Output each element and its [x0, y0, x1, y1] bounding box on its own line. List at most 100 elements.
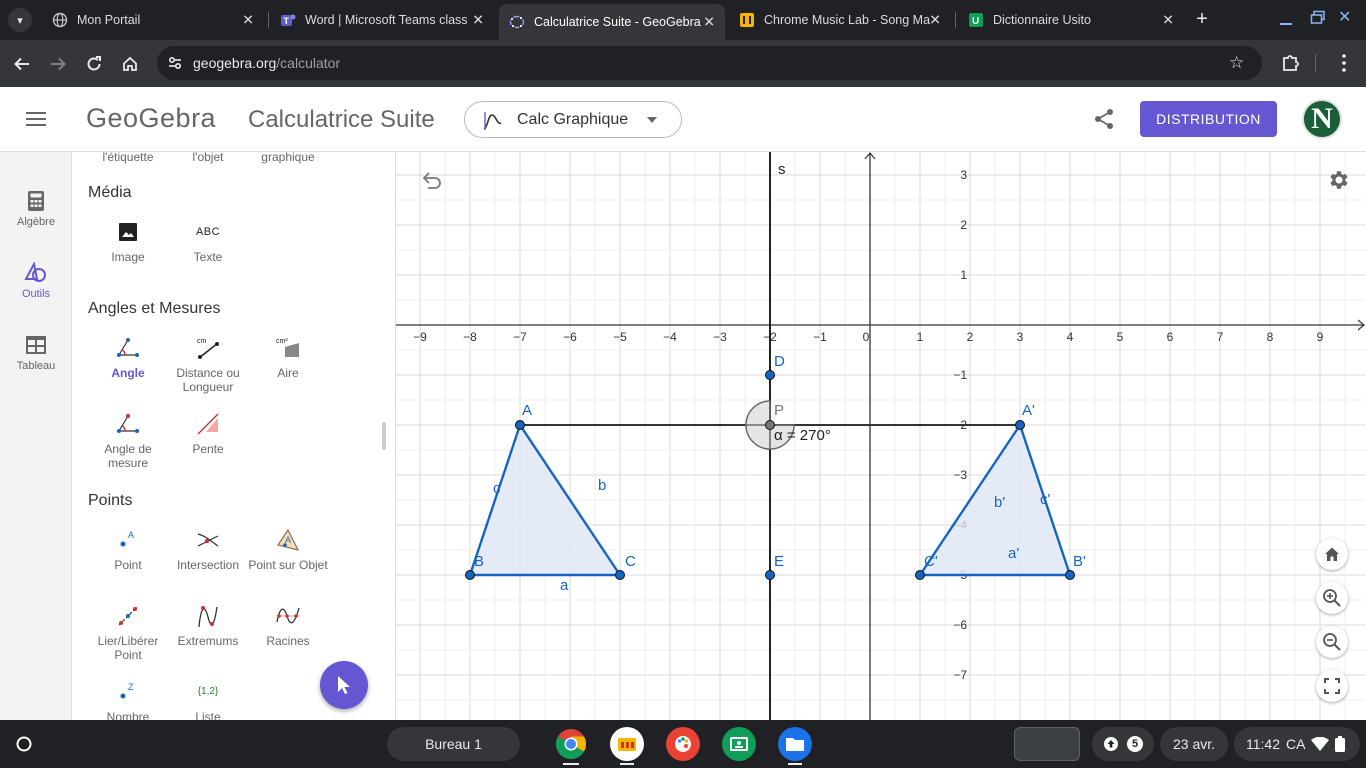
tab-chrome-music-lab[interactable]: Chrome Music Lab - Song Ma ✕ — [729, 0, 951, 40]
tab-geogebra[interactable]: Calculatrice Suite - GeoGebra ✕ — [499, 4, 725, 40]
y-tick-label: 1 — [960, 268, 967, 282]
status-tray[interactable]: 11:42 CA — [1234, 727, 1360, 761]
close-icon: ✕ — [1338, 9, 1352, 26]
tool-label: Texte — [193, 250, 223, 264]
point-label: B — [474, 553, 484, 570]
tool-extremum[interactable]: Extremums — [168, 601, 248, 648]
segment-label: a — [560, 577, 569, 594]
address-bar[interactable]: geogebra.org/calculator ☆ — [157, 46, 1262, 80]
x-tick-label: −5 — [613, 330, 627, 344]
point-C — [615, 570, 625, 580]
x-tick-label: 2 — [967, 330, 974, 344]
y-axis-label: s — [778, 161, 786, 178]
date-tray[interactable]: 23 avr. — [1160, 727, 1228, 761]
tab-title: Chrome Music Lab - Song Ma — [764, 13, 931, 27]
tool-label: Point — [114, 558, 142, 572]
attach-detach-icon — [118, 606, 138, 626]
angle-value-label: α = 270° — [774, 427, 831, 444]
tool-roots[interactable]: Racines — [248, 601, 328, 648]
x-tick-label: −9 — [413, 330, 427, 344]
close-icon[interactable]: ✕ — [242, 12, 254, 29]
move-tool-fab[interactable] — [320, 661, 368, 709]
home-button[interactable] — [118, 52, 142, 76]
tool-angle[interactable]: Angle — [88, 333, 168, 380]
avatar[interactable]: N — [1302, 99, 1342, 139]
rail-item-algebra[interactable]: Algèbre — [0, 190, 72, 228]
tools-panel: l'étiquette l'objet graphique Média Imag… — [73, 152, 396, 720]
tool-label: Image — [111, 250, 145, 264]
launcher-button[interactable] — [12, 732, 36, 756]
tab-title: Mon Portail — [77, 13, 141, 27]
tool-slope[interactable]: Pente — [168, 409, 248, 456]
new-tab-button[interactable]: + — [1190, 8, 1214, 32]
tool-point[interactable]: A Point — [88, 525, 168, 572]
maximize-button[interactable] — [1310, 10, 1326, 26]
segment-label: b — [598, 477, 606, 494]
point-B' — [1065, 570, 1075, 580]
graphics-view[interactable]: −9−8−7−6−5−4−3−2−10123456789321−1−2−3−4−… — [396, 152, 1366, 720]
main-menu-button[interactable] — [24, 109, 48, 129]
tool-attach-detach[interactable]: Lier/Libérer Point — [88, 601, 168, 662]
url-path: /calculator — [276, 55, 341, 71]
globe-icon — [52, 12, 68, 28]
tool-point-on-object[interactable]: A Point sur Objet — [248, 525, 328, 572]
close-icon[interactable]: ✕ — [929, 12, 941, 29]
close-window-button[interactable]: ✕ — [1338, 10, 1354, 26]
close-icon[interactable]: ✕ — [472, 12, 484, 29]
point-label: A — [522, 402, 532, 419]
bookmark-star-icon[interactable]: ☆ — [1229, 53, 1244, 73]
zoom-out-button[interactable] — [1316, 626, 1348, 658]
app-icon-classroom[interactable] — [722, 727, 756, 761]
files-app-icon[interactable] — [778, 727, 812, 761]
rail-item-tools[interactable]: Outils — [0, 262, 72, 300]
tab-usito[interactable]: U Dictionnaire Usito ✕ — [958, 0, 1184, 40]
graphics-canvas[interactable]: −9−8−7−6−5−4−3−2−10123456789321−1−2−3−4−… — [396, 152, 1366, 720]
rail-item-table[interactable]: Tableau — [0, 334, 72, 372]
y-tick-label: 2 — [960, 218, 967, 232]
zoom-in-button[interactable] — [1316, 582, 1348, 614]
extensions-button[interactable] — [1280, 52, 1302, 74]
tool-label: Point sur Objet — [248, 558, 328, 572]
tool-intersection[interactable]: Intersection — [168, 525, 248, 572]
graphics-settings-button[interactable] — [1326, 168, 1350, 192]
tool-area[interactable]: cm² Aire — [248, 333, 328, 380]
browser-menu-button[interactable] — [1336, 52, 1352, 74]
tool-image[interactable]: Image — [88, 217, 168, 264]
share-button[interactable] — [1092, 107, 1116, 131]
app-icon-yellow[interactable] — [610, 727, 644, 761]
undo-button[interactable] — [420, 170, 444, 190]
tool-list[interactable]: {1,2} Liste — [168, 677, 248, 720]
site-info-icon[interactable] — [165, 53, 185, 73]
panel-resize-handle[interactable] — [382, 422, 386, 450]
desk-button[interactable]: Bureau 1 — [387, 727, 520, 761]
tab-search-button[interactable]: ▾ — [8, 8, 32, 32]
text-icon: ABC — [195, 226, 221, 238]
tool-text[interactable]: ABC Texte — [168, 217, 248, 264]
point-label: P — [774, 402, 784, 419]
reload-button[interactable] — [82, 52, 106, 76]
close-icon[interactable]: ✕ — [1162, 12, 1174, 29]
holding-space-tray[interactable] — [1014, 727, 1080, 761]
tab-mon-portail[interactable]: Mon Portail ✕ — [42, 0, 264, 40]
home-view-button[interactable] — [1316, 538, 1348, 570]
tool-number[interactable]: Z Nombre — [88, 677, 168, 720]
distribution-button[interactable]: DISTRIBUTION — [1140, 101, 1277, 137]
tool-distance[interactable]: cm Distance ou Longueur — [168, 333, 248, 394]
back-button[interactable] — [10, 52, 34, 76]
tab-teams-word[interactable]: T Word | Microsoft Teams class ✕ — [272, 0, 494, 40]
tool-angle-given-size[interactable]: Angle de mesure — [88, 409, 168, 470]
list-icon: {1,2} — [197, 686, 219, 697]
distance-icon: cm — [197, 338, 219, 359]
forward-button[interactable] — [46, 52, 70, 76]
close-icon[interactable]: ✕ — [703, 14, 715, 31]
notification-tray[interactable]: 5 — [1092, 727, 1154, 761]
running-indicator — [788, 763, 802, 765]
minimize-button[interactable] — [1278, 10, 1294, 30]
tab-title: Calculatrice Suite - GeoGebra — [534, 15, 701, 29]
chrome-app-icon[interactable] — [554, 727, 588, 761]
section-title-media: Média — [88, 184, 132, 201]
svg-text:T: T — [284, 16, 290, 26]
app-switcher-dropdown[interactable]: Calc Graphique — [464, 101, 682, 138]
app-icon-palette[interactable] — [666, 727, 700, 761]
fullscreen-button[interactable] — [1316, 670, 1348, 702]
